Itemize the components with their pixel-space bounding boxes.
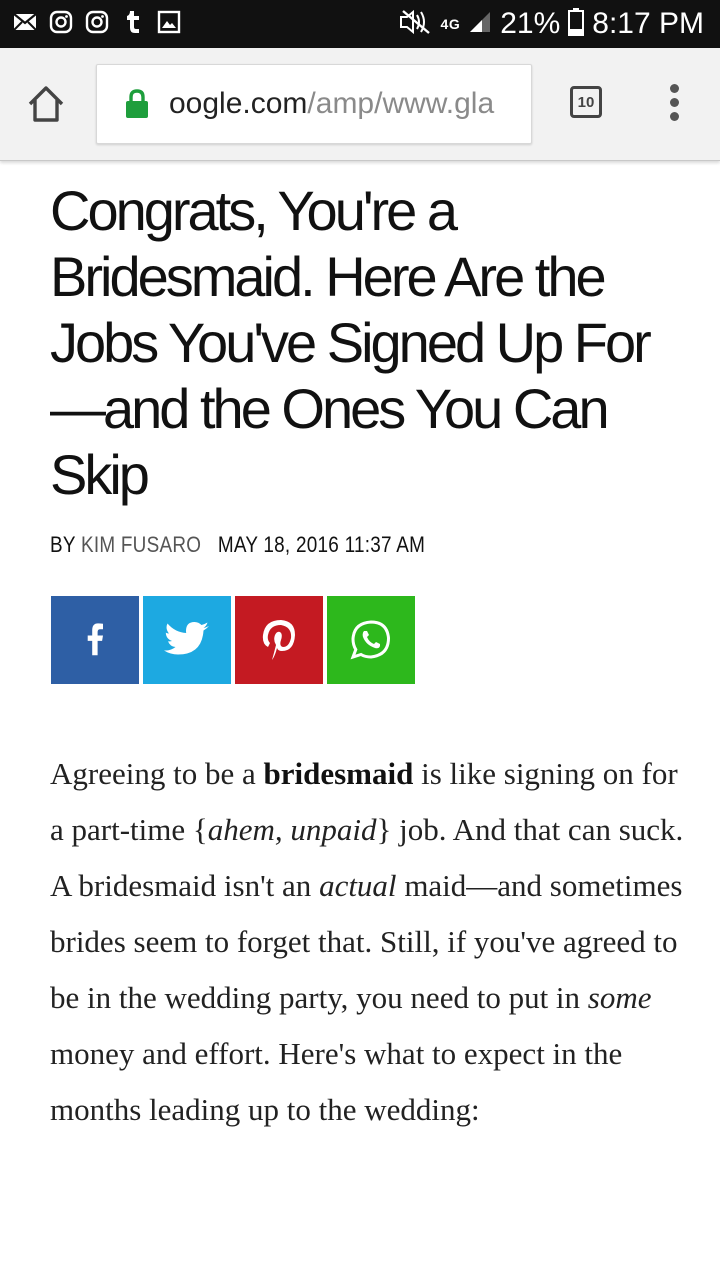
twitter-share-button[interactable] — [143, 596, 231, 684]
byline-label: BY — [50, 532, 76, 557]
facebook-icon — [87, 623, 103, 656]
url-host: oogle.com — [169, 87, 308, 120]
body-text: money and effort. Here's what to expect … — [50, 1036, 623, 1127]
twitter-icon — [164, 622, 209, 655]
publish-date: MAY 18, 2016 11:37 AM — [217, 532, 426, 557]
url-text: oogle.com/amp/www.gla — [169, 65, 494, 143]
tab-switcher-button[interactable]: 10 — [570, 86, 602, 118]
signal-icon — [468, 10, 492, 39]
instagram-icon — [84, 9, 110, 35]
share-bar — [51, 596, 415, 684]
whatsapp-share-button[interactable] — [327, 596, 415, 684]
bridesmaid-link[interactable]: bridesmaid — [263, 756, 413, 791]
clock: 8:17 PM — [592, 7, 704, 40]
browser-toolbar: oogle.com/amp/www.gla 10 — [0, 48, 720, 161]
home-button[interactable] — [24, 82, 68, 126]
url-path: /amp/www.gla — [307, 87, 495, 120]
pinterest-share-button[interactable] — [235, 596, 323, 684]
article-headline: Congrats, You're a Bridesmaid. Here Are … — [50, 179, 652, 506]
home-icon — [28, 86, 64, 122]
lock-icon — [125, 89, 149, 119]
network-type: 4G — [440, 16, 461, 32]
pinterest-icon — [262, 620, 295, 660]
byline: BY KIM FUSARO MAY 18, 2016 11:37 AM — [50, 532, 425, 558]
system-indicators: 4G 21% 8:17 PM — [399, 0, 704, 48]
body-italic: some — [587, 980, 652, 1015]
mute-icon — [399, 9, 433, 40]
notification-icons — [12, 9, 182, 35]
tumblr-icon — [120, 9, 146, 35]
body-text: Agreeing to be a — [50, 756, 264, 791]
body-italic: actual — [319, 868, 397, 903]
gallery-icon — [156, 9, 182, 35]
article-body-paragraph: Agreeing to be a bridesmaid is like sign… — [50, 746, 690, 1138]
battery-icon — [568, 7, 585, 41]
menu-dot — [669, 84, 679, 93]
mail-icon — [12, 9, 38, 35]
facebook-share-button[interactable] — [51, 596, 139, 684]
body-italic: ahem, unpaid — [207, 812, 377, 847]
instagram-icon — [48, 9, 74, 35]
whatsapp-icon — [350, 620, 391, 660]
author-link[interactable]: KIM FUSARO — [81, 532, 201, 557]
menu-dot — [669, 98, 679, 107]
battery-percent: 21% — [500, 7, 561, 40]
overflow-menu-button[interactable] — [664, 84, 684, 124]
menu-dot — [669, 112, 679, 121]
address-bar[interactable]: oogle.com/amp/www.gla — [96, 64, 532, 144]
status-bar: 4G 21% 8:17 PM — [0, 0, 720, 48]
